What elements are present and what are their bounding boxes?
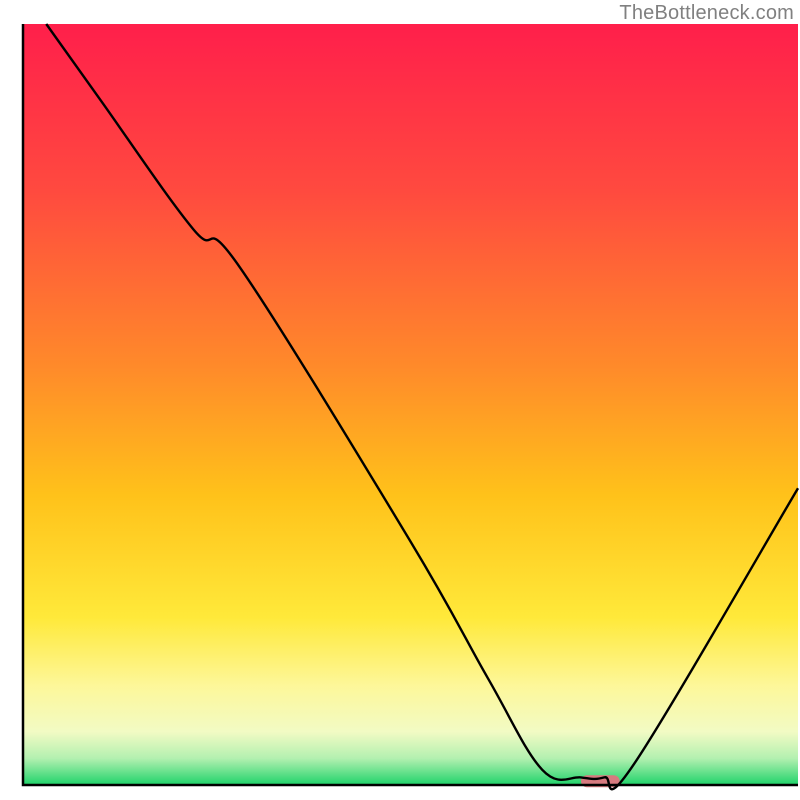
watermark-text: TheBottleneck.com <box>619 2 794 25</box>
gradient-background <box>23 24 798 785</box>
chart-container: TheBottleneck.com <box>0 0 800 800</box>
bottleneck-chart <box>0 0 800 800</box>
